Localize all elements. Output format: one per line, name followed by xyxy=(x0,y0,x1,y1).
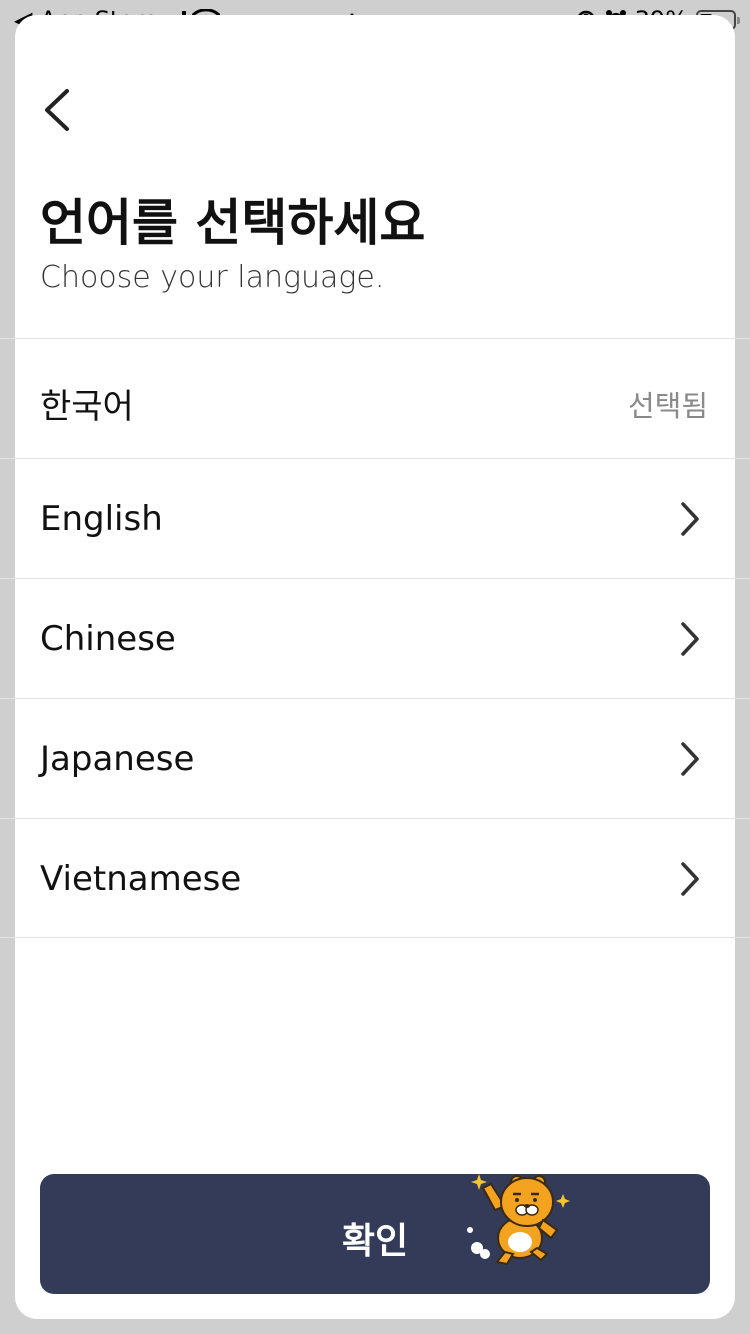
page-subtitle: Choose your language. xyxy=(40,260,385,295)
back-chevron-icon[interactable] xyxy=(37,85,77,135)
language-item-english[interactable]: English xyxy=(0,458,750,578)
language-list: 한국어 선택됨 English Chinese Japanese Vietnam… xyxy=(0,338,750,938)
chevron-right-icon xyxy=(681,742,699,776)
chevron-right-icon xyxy=(681,862,699,896)
language-label: Chinese xyxy=(40,619,176,659)
language-label: Vietnamese xyxy=(40,859,242,899)
page-title: 언어를 선택하세요 xyxy=(40,194,426,252)
language-item-japanese[interactable]: Japanese xyxy=(0,698,750,818)
chevron-right-icon xyxy=(681,502,699,536)
language-label: English xyxy=(40,499,163,539)
language-label: Japanese xyxy=(40,739,195,779)
chevron-right-icon xyxy=(681,622,699,656)
confirm-label: 확인 xyxy=(341,1221,409,1262)
language-item-vietnamese[interactable]: Vietnamese xyxy=(0,818,750,938)
mascot-character-icon xyxy=(467,1174,570,1266)
language-item-chinese[interactable]: Chinese xyxy=(0,578,750,698)
selected-badge: 선택됨 xyxy=(627,389,708,423)
confirm-button[interactable]: 확인 xyxy=(40,1174,710,1294)
language-sheet: 언어를 선택하세요 Choose your language. 한국어 선택됨 … xyxy=(0,15,750,1319)
language-label: 한국어 xyxy=(40,387,134,427)
language-item-korean[interactable]: 한국어 선택됨 xyxy=(0,338,750,458)
